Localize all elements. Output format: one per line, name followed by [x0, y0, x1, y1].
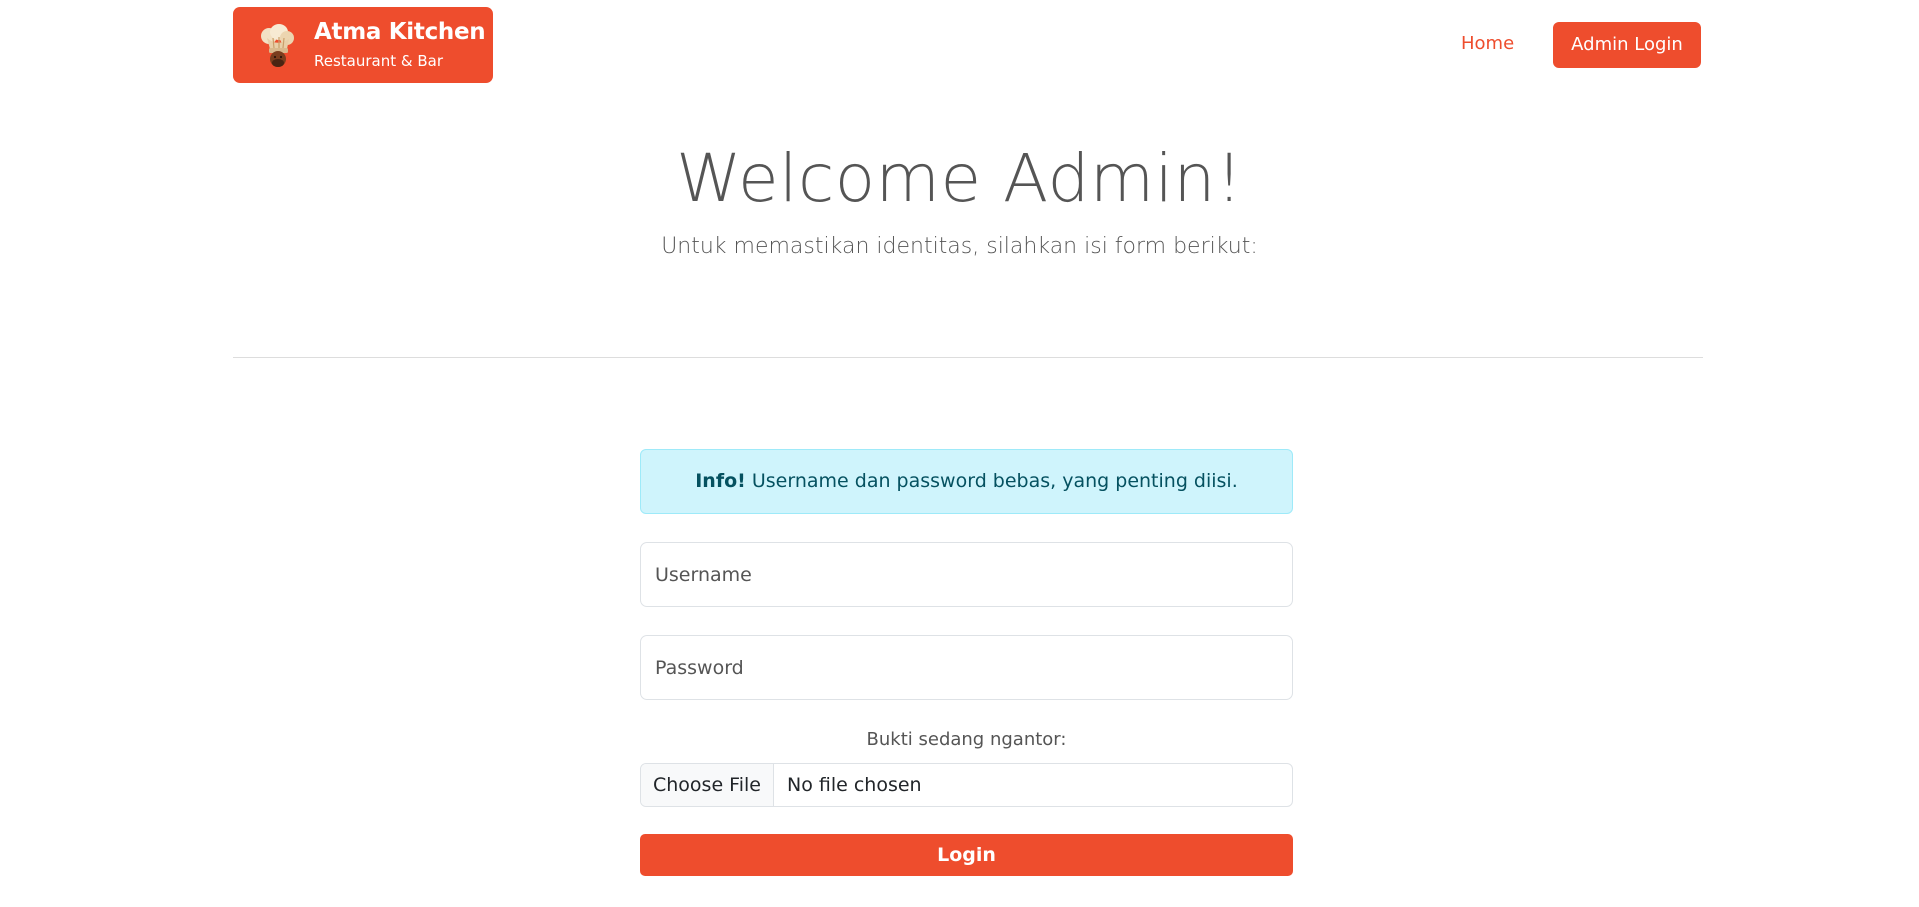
- page-subtitle: Untuk memastikan identitas, silahkan isi…: [661, 234, 1258, 259]
- file-upload-input[interactable]: Choose File No file chosen: [640, 763, 1293, 807]
- brand-title: Atma Kitchen: [314, 19, 486, 45]
- choose-file-button[interactable]: Choose File: [641, 764, 774, 806]
- info-alert-text: Username dan password bebas, yang pentin…: [745, 470, 1238, 492]
- brand-subtitle: Restaurant & Bar: [314, 52, 444, 70]
- brand-logo[interactable]: Atma Kitchen Restaurant & Bar: [233, 7, 493, 83]
- admin-login-button[interactable]: Admin Login: [1553, 22, 1701, 68]
- info-alert: Info! Username dan password bebas, yang …: [640, 449, 1293, 514]
- chef-hat-icon: [257, 23, 297, 69]
- page: Atma Kitchen Restaurant & Bar Home Admin…: [0, 0, 1919, 907]
- nav-home-link[interactable]: Home: [1461, 33, 1514, 54]
- username-input[interactable]: [640, 542, 1293, 607]
- password-input[interactable]: [640, 635, 1293, 700]
- info-alert-strong: Info!: [695, 470, 746, 492]
- file-upload-label: Bukti sedang ngantor:: [866, 729, 1067, 750]
- file-status-text: No file chosen: [787, 774, 922, 796]
- login-button[interactable]: Login: [640, 834, 1293, 876]
- divider: [233, 357, 1703, 358]
- page-title: Welcome Admin!: [676, 140, 1243, 217]
- navbar: Atma Kitchen Restaurant & Bar Home Admin…: [233, 0, 1703, 90]
